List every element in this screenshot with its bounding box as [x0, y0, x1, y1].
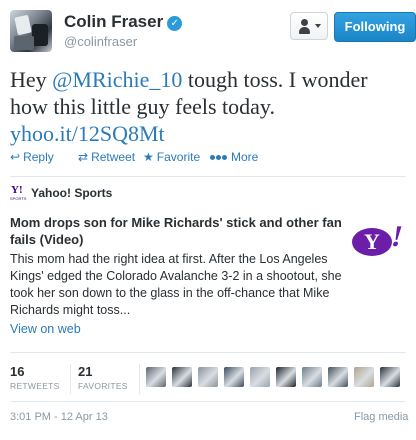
- favoriter-avatar[interactable]: [146, 367, 166, 387]
- favoriter-avatar[interactable]: [224, 367, 244, 387]
- tweet-text: Hey @MRichie_10 tough toss. I wonder how…: [10, 66, 406, 147]
- following-button[interactable]: Following: [334, 12, 416, 42]
- stat-divider: [139, 364, 140, 394]
- favoriter-avatar[interactable]: [328, 367, 348, 387]
- yahoo-sports-logo-icon: Y! SPORTS: [10, 184, 28, 201]
- favorites-label: FAVORITES: [78, 381, 128, 391]
- divider: [10, 176, 406, 177]
- favorites-stat[interactable]: 21 FAVORITES: [78, 364, 128, 391]
- yahoo-logo-icon: Y !: [352, 220, 406, 256]
- card-source-name[interactable]: Yahoo! Sports: [31, 186, 112, 200]
- user-icon: [301, 19, 308, 26]
- retweet-label: Retweet: [91, 150, 136, 164]
- reply-button[interactable]: ↩ Reply: [10, 150, 54, 164]
- view-on-web-link[interactable]: View on web: [10, 322, 81, 336]
- retweets-count: 16: [10, 364, 25, 379]
- favoriter-avatar[interactable]: [354, 367, 374, 387]
- tweet-timestamp[interactable]: 3:01 PM - 12 Apr 13: [10, 411, 108, 423]
- chevron-down-icon: [315, 24, 321, 28]
- more-label: More: [231, 150, 259, 164]
- favorite-label: Favorite: [156, 150, 201, 164]
- tweet-text-prefix: Hey: [10, 67, 53, 92]
- avatar[interactable]: [10, 10, 52, 52]
- card-title[interactable]: Mom drops son for Mike Richards' stick a…: [10, 214, 342, 248]
- reply-label: Reply: [23, 150, 54, 164]
- favoriter-avatar[interactable]: [198, 367, 218, 387]
- user-handle[interactable]: @colinfraser: [64, 34, 137, 49]
- favoriter-avatar[interactable]: [276, 367, 296, 387]
- more-button[interactable]: More: [210, 150, 258, 164]
- flag-media-link[interactable]: Flag media: [354, 411, 408, 423]
- tweet-url-link[interactable]: yhoo.it/12SQ8Mt: [10, 121, 165, 146]
- display-name[interactable]: Colin Fraser ✓: [64, 12, 183, 32]
- retweet-button[interactable]: ⇄ Retweet: [78, 150, 135, 164]
- retweet-icon: ⇄: [78, 150, 89, 164]
- retweets-stat[interactable]: 16 RETWEETS: [10, 364, 60, 391]
- mention-link[interactable]: @MRichie_10: [52, 67, 182, 92]
- divider: [10, 352, 406, 353]
- retweets-label: RETWEETS: [10, 381, 60, 391]
- favorites-count: 21: [78, 364, 93, 379]
- more-dots-icon: [210, 150, 228, 164]
- favoriter-avatar[interactable]: [302, 367, 322, 387]
- tweet-header: Colin Fraser ✓ @colinfraser Following: [10, 10, 416, 52]
- favoriter-avatar[interactable]: [172, 367, 192, 387]
- stat-divider: [70, 364, 71, 394]
- display-name-text[interactable]: Colin Fraser: [64, 12, 163, 31]
- verified-icon: ✓: [167, 16, 183, 31]
- favorite-button[interactable]: ★ Favorite: [143, 150, 200, 164]
- divider: [10, 401, 406, 402]
- reply-icon: ↩: [10, 150, 21, 164]
- user-actions-button[interactable]: [290, 12, 328, 40]
- favoriter-avatar[interactable]: [380, 367, 400, 387]
- card-description: This mom had the right idea at first. Af…: [10, 252, 342, 317]
- star-icon: ★: [143, 150, 154, 164]
- favoriter-avatar[interactable]: [250, 367, 270, 387]
